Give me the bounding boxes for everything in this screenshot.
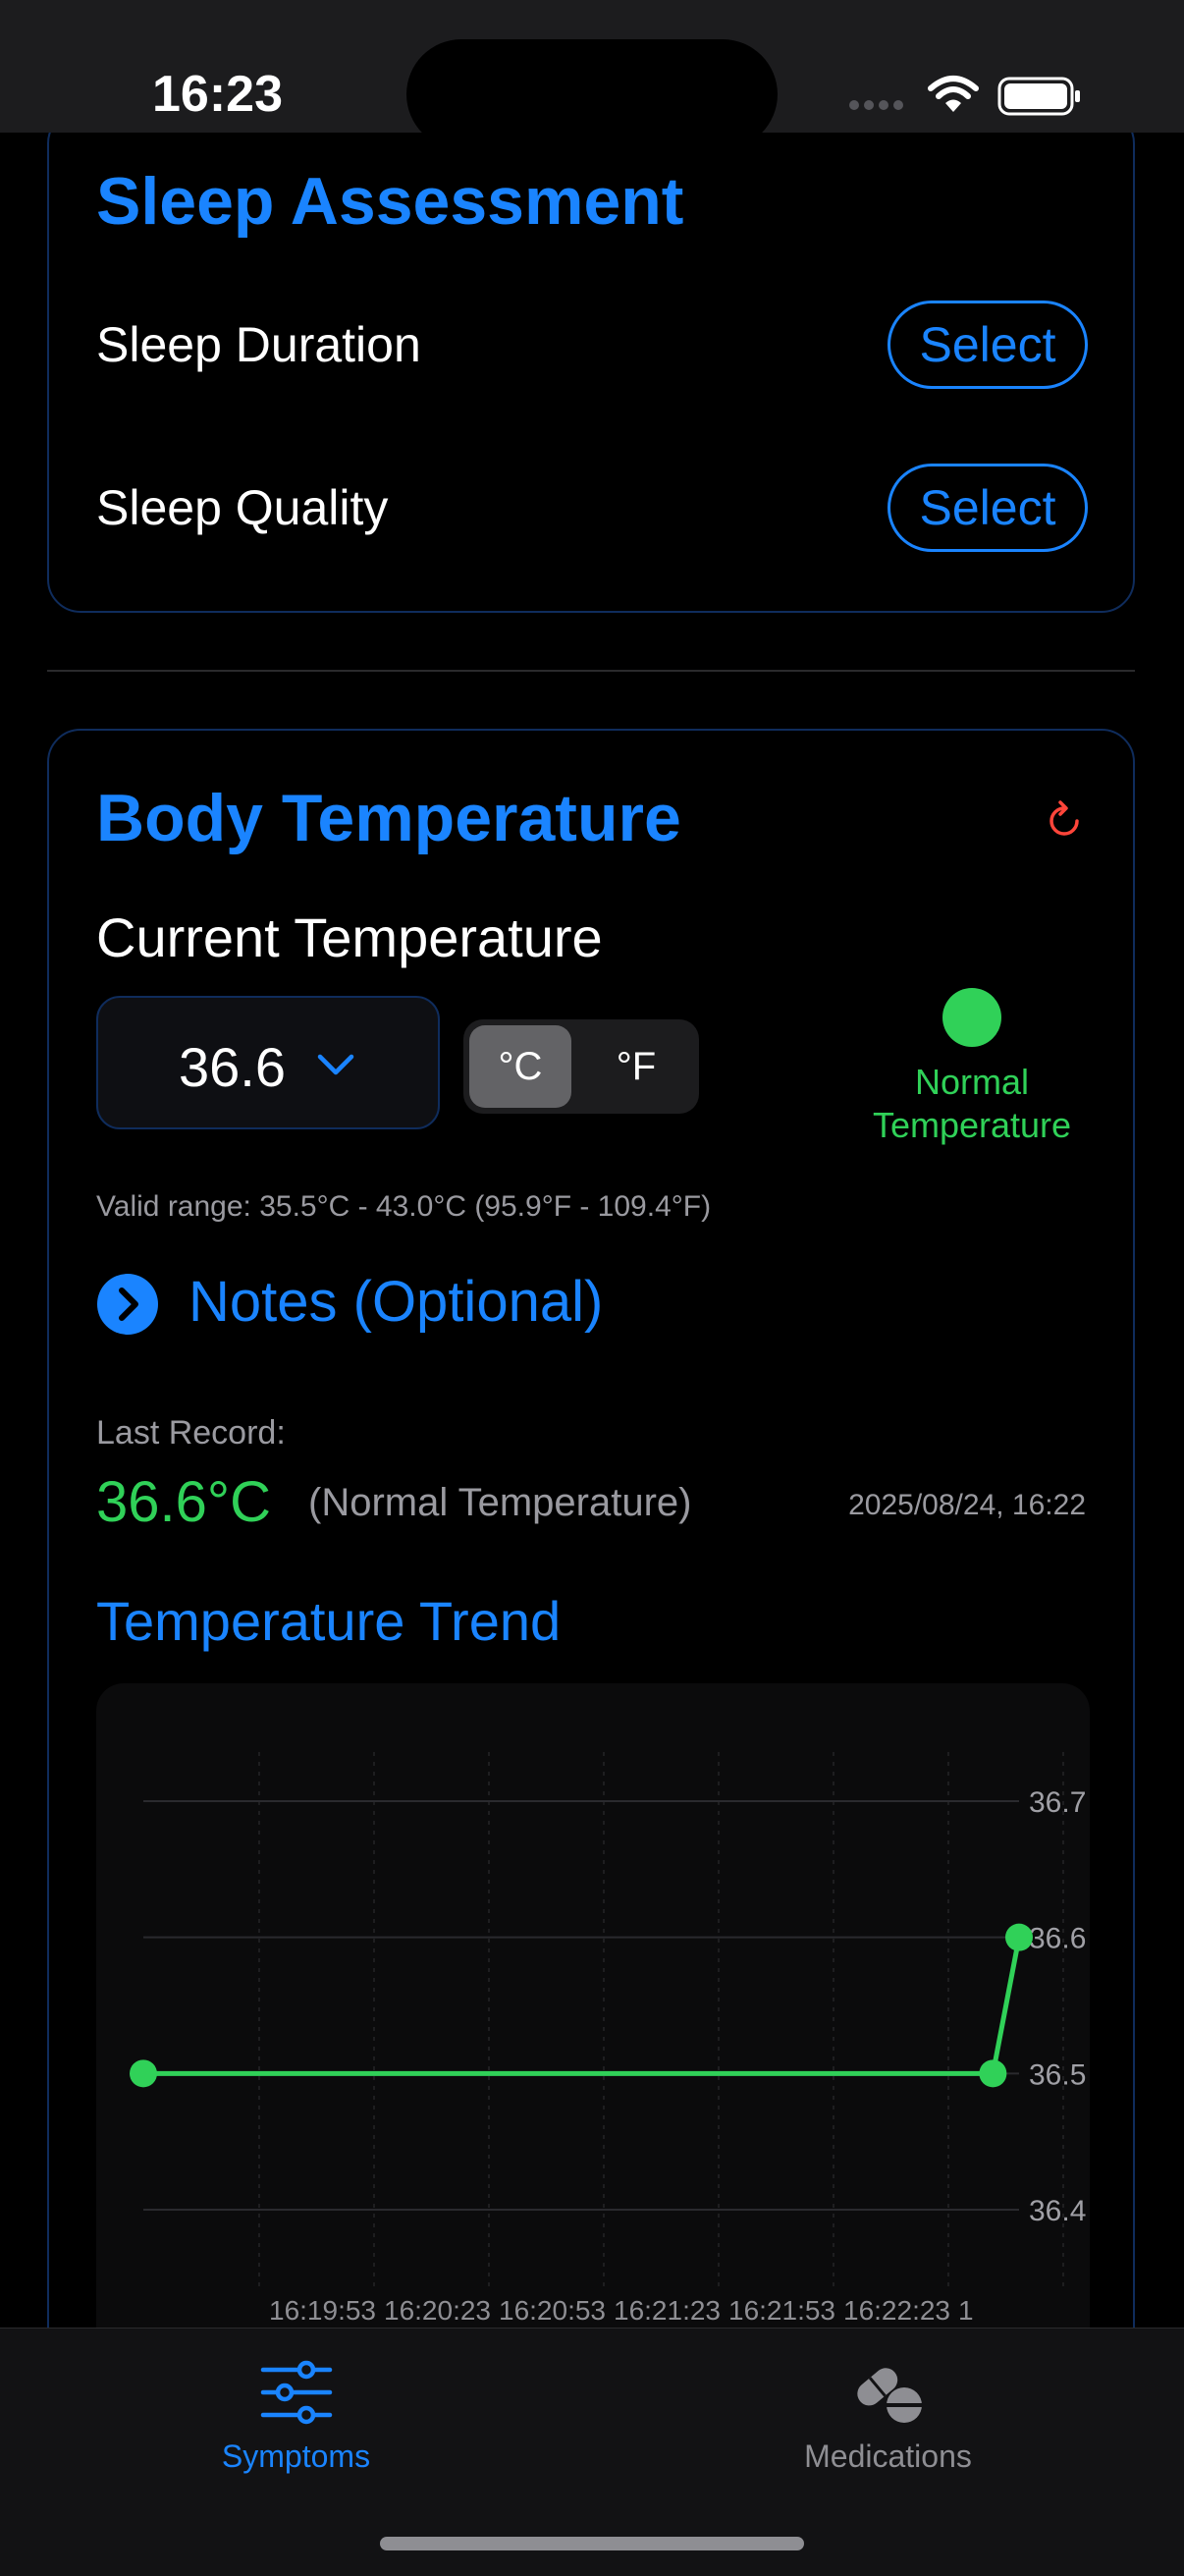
unit-segmented-control: °C °F [463, 1019, 699, 1114]
home-indicator [380, 2537, 804, 2550]
sleep-assessment-title: Sleep Assessment [96, 164, 684, 239]
temperature-trend-title: Temperature Trend [96, 1590, 562, 1652]
x-tick-label: 16:20:53 [499, 2295, 606, 2326]
data-point [130, 2059, 157, 2088]
last-record-datetime: 2025/08/24, 16:22 [848, 1489, 1086, 1521]
battery-icon [997, 77, 1080, 116]
x-tick-label: 1 [958, 2295, 974, 2326]
status-time: 16:23 [152, 66, 283, 123]
refresh-icon[interactable] [1043, 797, 1086, 841]
data-point [1005, 1923, 1033, 1951]
valid-range-text: Valid range: 35.5°C - 43.0°C (95.9°F - 1… [96, 1190, 712, 1223]
temperature-value: 36.6 [179, 1036, 286, 1098]
chevron-down-icon [317, 1054, 354, 1075]
sleep-assessment-card: Sleep Assessment Sleep Duration Select S… [47, 110, 1135, 613]
temperature-picker[interactable]: 36.6 [96, 996, 440, 1129]
body-temperature-card: Body Temperature Current Temperature 36.… [47, 729, 1135, 2398]
y-tick-label: 36.4 [1029, 2195, 1086, 2227]
series-line [143, 1937, 1022, 2076]
x-tick-label: 16:21:23 [614, 2295, 721, 2326]
status-bar: 16:23 [0, 0, 1184, 149]
celsius-segment[interactable]: °C [469, 1025, 571, 1108]
sleep-quality-label: Sleep Quality [96, 480, 389, 535]
x-tick-label: 16:20:23 [384, 2295, 491, 2326]
fahrenheit-segment[interactable]: °F [585, 1025, 687, 1108]
last-record-label: Last Record: [96, 1414, 286, 1452]
tab-bar: Symptoms Medications [0, 2328, 1184, 2576]
last-record-status: (Normal Temperature) [308, 1481, 692, 1524]
tab-symptoms[interactable]: Symptoms [0, 2329, 592, 2525]
dynamic-island [406, 39, 778, 149]
temperature-status-dot [942, 988, 1001, 1047]
tab-symptoms-label: Symptoms [221, 2439, 371, 2474]
temperature-status-text: Normal Temperature [872, 1062, 1072, 1145]
x-tick-label: 16:21:53 [728, 2295, 835, 2326]
temperature-trend-chart: 36.7 36.6 36.5 36.4 16:19:53 16:20:23 16:20:53… [96, 1683, 1090, 2371]
trend-chart-svg: 36.7 36.6 36.5 36.4 16:19:53 16:20:23 16:20:53… [130, 1752, 1086, 2326]
y-tick-label: 36.7 [1029, 1786, 1086, 1819]
notes-toggle[interactable]: Notes (Optional) [188, 1269, 603, 1335]
y-tick-label: 36.5 [1029, 2058, 1086, 2091]
chevron-right-circle-icon[interactable] [96, 1273, 159, 1336]
last-record-value: 36.6°C [96, 1470, 271, 1534]
body-temperature-title: Body Temperature [96, 781, 681, 855]
sleep-duration-label: Sleep Duration [96, 317, 421, 372]
x-tick-label: 16:22:23 [843, 2295, 950, 2326]
wifi-icon [928, 76, 979, 112]
pills-icon [856, 2368, 922, 2423]
tab-medications-label: Medications [804, 2439, 972, 2474]
sleep-duration-select-button[interactable]: Select [888, 301, 1088, 389]
y-tick-label: 36.6 [1029, 1923, 1086, 1955]
sleep-quality-select-button[interactable]: Select [888, 464, 1088, 552]
x-tick-label: 16:19:53 [269, 2295, 376, 2326]
current-temperature-label: Current Temperature [96, 906, 603, 968]
tab-medications[interactable]: Medications [592, 2329, 1184, 2525]
data-point [979, 2059, 1007, 2088]
cellular-signal-icon [849, 100, 903, 110]
sliders-icon [260, 2360, 332, 2425]
section-divider [47, 670, 1135, 672]
